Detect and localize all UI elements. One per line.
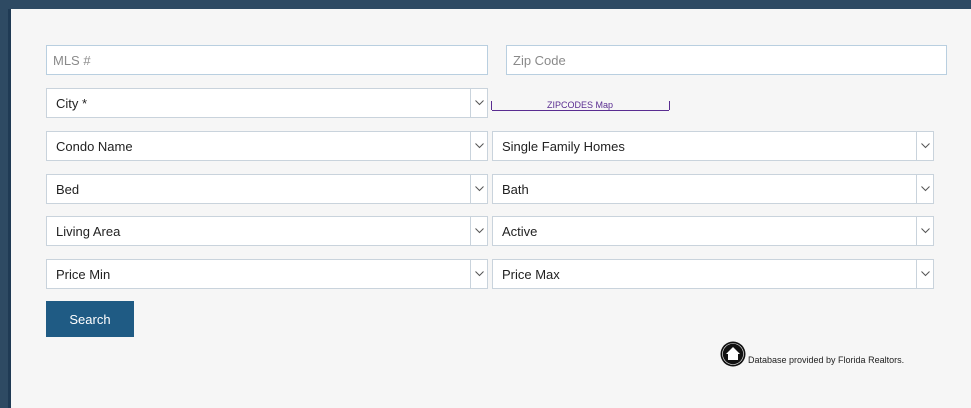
zip-code-input[interactable] bbox=[506, 45, 947, 75]
price-min-select-value: Price Min bbox=[56, 266, 111, 282]
chevron-down-icon bbox=[470, 260, 487, 288]
status-select[interactable]: Active bbox=[492, 216, 934, 246]
property-type-select-value: Single Family Homes bbox=[502, 138, 625, 154]
price-max-select[interactable]: Price Max bbox=[492, 259, 934, 289]
bed-select[interactable]: Bed bbox=[46, 174, 488, 204]
link-divider bbox=[669, 100, 671, 110]
mls-number-input[interactable] bbox=[46, 45, 488, 75]
chevron-down-icon bbox=[470, 217, 487, 245]
bed-select-value: Bed bbox=[56, 181, 80, 197]
price-max-select-value: Price Max bbox=[502, 266, 560, 282]
bath-select-value: Bath bbox=[502, 181, 529, 197]
zipcodes-map-link-label: ZIPCODES Map bbox=[492, 100, 670, 111]
living-area-select[interactable]: Living Area bbox=[46, 216, 488, 246]
city-select-value: City * bbox=[56, 95, 88, 111]
florida-realtors-logo-icon bbox=[720, 341, 746, 367]
search-button[interactable]: Search bbox=[46, 301, 134, 337]
chevron-down-icon bbox=[916, 175, 933, 203]
status-select-value: Active bbox=[502, 223, 538, 239]
database-credit-text: Database provided by Florida Realtors. bbox=[748, 355, 905, 365]
chevron-down-icon bbox=[470, 89, 487, 117]
condo-name-select[interactable]: Condo Name bbox=[46, 131, 488, 161]
chevron-down-icon bbox=[916, 132, 933, 160]
chevron-down-icon bbox=[916, 217, 933, 245]
data-credit: Database provided by Florida Realtors. bbox=[720, 341, 904, 367]
price-min-select[interactable]: Price Min bbox=[46, 259, 488, 289]
zipcodes-map-link[interactable]: ZIPCODES Map bbox=[491, 98, 671, 112]
chevron-down-icon bbox=[916, 260, 933, 288]
bath-select[interactable]: Bath bbox=[492, 174, 934, 204]
chevron-down-icon bbox=[470, 175, 487, 203]
property-type-select[interactable]: Single Family Homes bbox=[492, 131, 934, 161]
chevron-down-icon bbox=[470, 132, 487, 160]
condo-name-select-value: Condo Name bbox=[56, 138, 133, 154]
living-area-select-value: Living Area bbox=[56, 223, 121, 239]
city-select[interactable]: City * bbox=[46, 88, 488, 118]
